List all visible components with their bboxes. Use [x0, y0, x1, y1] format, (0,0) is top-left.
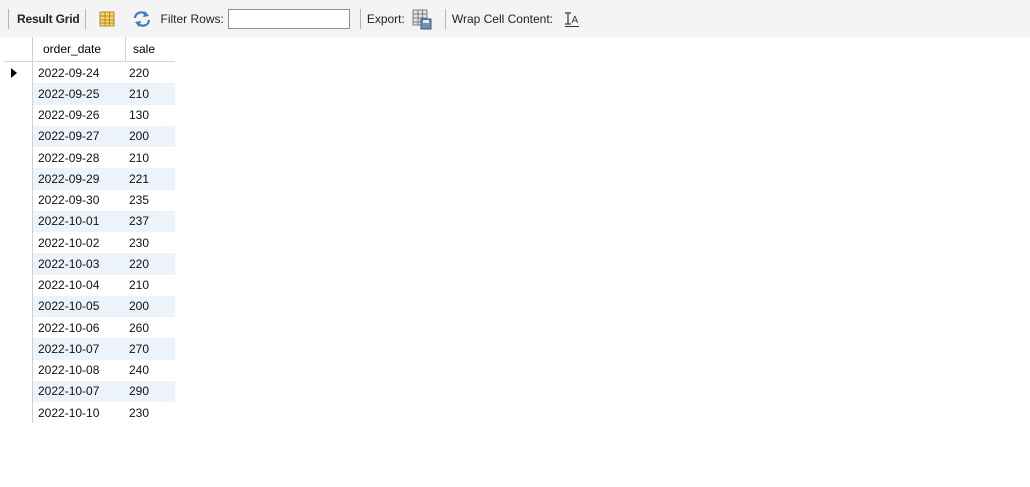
row-selector[interactable]: [4, 210, 33, 232]
cell-sale[interactable]: 221: [126, 168, 175, 190]
table-row[interactable]: 2022-10-04 210: [4, 274, 175, 296]
wrap-cell-content-label: Wrap Cell Content:: [451, 11, 553, 26]
cell-sale[interactable]: 200: [126, 125, 175, 147]
cell-sale[interactable]: 210: [126, 83, 175, 105]
export-icon[interactable]: [411, 8, 433, 30]
row-selector[interactable]: [4, 317, 33, 339]
table-row[interactable]: 2022-10-10 230: [4, 402, 175, 424]
result-grid-toolbar: Result Grid Filter Rows: Export: Wrap Ce…: [0, 0, 1030, 37]
table-row[interactable]: 2022-09-27 200: [4, 125, 175, 147]
cell-order-date[interactable]: 2022-09-25: [33, 83, 126, 105]
row-selector[interactable]: [4, 274, 33, 296]
row-selector[interactable]: [4, 338, 33, 360]
table-row[interactable]: 2022-10-06 260: [4, 317, 175, 339]
row-selector[interactable]: [4, 189, 33, 211]
cell-sale[interactable]: 270: [126, 338, 175, 360]
filter-rows-input[interactable]: [227, 8, 350, 29]
grid-body: 2022-09-24 220 2022-09-25 210 2022-09-26 130 2…: [4, 62, 175, 424]
table-row[interactable]: 2022-10-03 220: [4, 253, 175, 275]
table-row[interactable]: 2022-10-02 230: [4, 232, 175, 254]
column-header-order-date[interactable]: order_date: [33, 37, 126, 62]
toolbar-separator: [359, 8, 361, 29]
cell-order-date[interactable]: 2022-10-05: [33, 295, 126, 317]
cell-order-date[interactable]: 2022-10-08: [33, 360, 126, 381]
column-header-sale[interactable]: sale: [126, 37, 175, 62]
result-grid-label: Result Grid: [17, 11, 80, 26]
table-row[interactable]: 2022-09-28 210: [4, 147, 175, 169]
cell-sale[interactable]: 235: [126, 190, 175, 211]
table-row[interactable]: 2022-10-07 270: [4, 338, 175, 360]
cell-sale[interactable]: 210: [126, 275, 175, 296]
cell-sale[interactable]: 220: [126, 62, 175, 83]
row-selector[interactable]: [4, 125, 33, 147]
cell-order-date[interactable]: 2022-09-24: [33, 62, 126, 83]
row-selector[interactable]: [4, 253, 33, 275]
toolbar-separator: [8, 8, 9, 29]
cell-sale[interactable]: 237: [126, 210, 175, 232]
row-selector[interactable]: [4, 83, 33, 105]
row-selector[interactable]: [4, 359, 33, 381]
result-grid-window: Result Grid Filter Rows: Export: Wrap Ce…: [0, 0, 1030, 487]
table-row[interactable]: 2022-09-24 220: [4, 62, 175, 84]
cell-order-date[interactable]: 2022-09-29: [33, 168, 126, 190]
table-row[interactable]: 2022-10-07 290: [4, 380, 175, 402]
current-row-arrow-icon: [11, 67, 17, 78]
cell-order-date[interactable]: 2022-10-01: [33, 210, 126, 232]
cell-sale[interactable]: 210: [126, 147, 175, 168]
grid-view-icon[interactable]: [98, 10, 116, 28]
row-selector[interactable]: [4, 402, 33, 424]
result-grid: order_date sale 2022-09-24 220 2022-09-25 2…: [4, 37, 175, 424]
table-row[interactable]: 2022-09-25 210: [4, 83, 175, 105]
cell-order-date[interactable]: 2022-09-27: [33, 125, 126, 147]
cell-order-date[interactable]: 2022-10-03: [33, 253, 126, 275]
grid-header-row: order_date sale: [4, 37, 175, 62]
cell-order-date[interactable]: 2022-09-28: [33, 147, 126, 168]
cell-order-date[interactable]: 2022-10-07: [33, 380, 126, 402]
cell-order-date[interactable]: 2022-10-06: [33, 317, 126, 338]
cell-order-date[interactable]: 2022-10-02: [33, 232, 126, 253]
filter-rows-label: Filter Rows:: [160, 11, 224, 26]
cell-order-date[interactable]: 2022-10-04: [33, 275, 126, 296]
wrap-cell-content-icon[interactable]: A: [563, 10, 581, 28]
row-selector[interactable]: [4, 295, 33, 317]
row-selector[interactable]: [4, 147, 33, 169]
cell-sale[interactable]: 290: [126, 380, 175, 402]
cell-sale[interactable]: 130: [126, 105, 175, 126]
export-label: Export:: [366, 11, 405, 26]
toolbar-separator: [85, 8, 87, 29]
row-selector-header[interactable]: [4, 37, 33, 62]
cell-order-date[interactable]: 2022-09-30: [33, 190, 126, 211]
svg-text:A: A: [572, 15, 579, 26]
row-selector[interactable]: [4, 62, 33, 84]
cell-order-date[interactable]: 2022-10-07: [33, 338, 126, 360]
table-row[interactable]: 2022-09-26 130: [4, 104, 175, 126]
table-row[interactable]: 2022-10-05 200: [4, 295, 175, 317]
cell-sale[interactable]: 200: [126, 295, 175, 317]
row-selector[interactable]: [4, 168, 33, 190]
cell-order-date[interactable]: 2022-10-10: [33, 402, 126, 423]
table-row[interactable]: 2022-10-08 240: [4, 359, 175, 381]
refresh-icon[interactable]: [132, 10, 151, 28]
cell-sale[interactable]: 230: [126, 402, 175, 423]
cell-sale[interactable]: 260: [126, 317, 175, 338]
toolbar-separator: [444, 8, 446, 29]
row-selector[interactable]: [4, 380, 33, 402]
cell-sale[interactable]: 220: [126, 253, 175, 275]
cell-order-date[interactable]: 2022-09-26: [33, 105, 126, 126]
table-row[interactable]: 2022-10-01 237: [4, 210, 175, 232]
row-selector[interactable]: [4, 104, 33, 126]
row-selector[interactable]: [4, 232, 33, 254]
cell-sale[interactable]: 230: [126, 232, 175, 253]
table-row[interactable]: 2022-09-29 221: [4, 168, 175, 190]
table-row[interactable]: 2022-09-30 235: [4, 189, 175, 211]
cell-sale[interactable]: 240: [126, 360, 175, 381]
